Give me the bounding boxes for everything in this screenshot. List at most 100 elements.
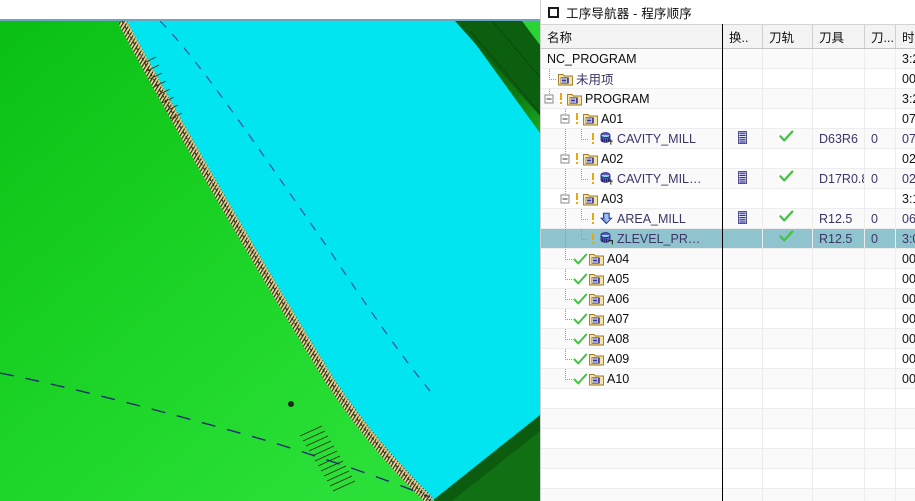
column-header-5[interactable]: 刀... — [865, 25, 896, 48]
column-header-1[interactable]: 名称 — [541, 25, 723, 48]
cell-toolpath-status — [763, 309, 813, 328]
cell-time: 3:2 — [902, 51, 915, 66]
tree-row[interactable]: A09 00: — [541, 349, 915, 369]
cell-tool: D63R6 — [813, 129, 865, 148]
tree-row[interactable]: AREA_MILL R12.50 06: — [541, 209, 915, 229]
tree-row-label: ZLEVEL_PR… — [617, 231, 701, 246]
cell-tool — [813, 149, 865, 168]
tree-row[interactable]: 未用项 00: — [541, 69, 915, 89]
cell-name[interactable]: A01 — [541, 109, 723, 128]
viewport-canvas[interactable] — [0, 21, 540, 501]
operation-tree-grid[interactable]: NC_PROGRAM3:2未用项00:PROGRAM3:2A0107:CAVIT… — [541, 49, 915, 501]
cell-name[interactable]: A08 — [541, 329, 723, 348]
cell-empty — [896, 469, 915, 488]
cell-name[interactable]: CAVITY_MIL… — [541, 169, 723, 188]
cell-tool — [813, 289, 865, 308]
cell-toolpath-status — [763, 129, 813, 148]
tree-row-empty[interactable] — [541, 449, 915, 469]
tree-rows-host: NC_PROGRAM3:2未用项00:PROGRAM3:2A0107:CAVIT… — [541, 49, 915, 501]
column-header-4[interactable]: 刀具 — [813, 25, 865, 48]
cell-tool-number — [865, 309, 896, 328]
cell-tool-number — [865, 349, 896, 368]
tree-row[interactable]: A03 3:1 — [541, 189, 915, 209]
tree-expander-minus-icon[interactable] — [560, 154, 570, 163]
cell-name[interactable]: A02 — [541, 149, 723, 168]
cell-empty — [865, 409, 896, 428]
tree-indent-guide — [557, 109, 573, 128]
tree-row[interactable]: A08 00: — [541, 329, 915, 349]
tree-row[interactable]: A04 00: — [541, 249, 915, 269]
cell-name[interactable]: A09 — [541, 349, 723, 368]
tree-indent-guide — [573, 209, 589, 228]
toolpath-check-icon — [779, 170, 796, 187]
cell-name[interactable]: AREA_MILL — [541, 209, 723, 228]
tree-expander-minus-icon[interactable] — [560, 194, 570, 203]
tree-indent-guide — [541, 69, 557, 88]
cell-name[interactable]: A06 — [541, 289, 723, 308]
tree-row[interactable]: A01 07: — [541, 109, 915, 129]
tree-row-empty[interactable] — [541, 429, 915, 449]
cell-name[interactable]: ZLEVEL_PR… — [541, 229, 723, 248]
cam-3d-viewport[interactable] — [0, 0, 540, 501]
cell-name[interactable]: CAVITY_MILL — [541, 129, 723, 148]
tree-row[interactable]: A06 00: — [541, 289, 915, 309]
tree-row[interactable]: CAVITY_MILL D63R60 07: — [541, 129, 915, 149]
tree-row-empty[interactable] — [541, 489, 915, 501]
tree-expander-minus-icon[interactable] — [560, 114, 570, 123]
cell-toolpath-status — [763, 169, 813, 188]
column-header-6[interactable]: 时l — [896, 25, 915, 48]
cell-name[interactable]: 未用项 — [541, 69, 723, 88]
cell-name[interactable]: PROGRAM — [541, 89, 723, 108]
cell-name[interactable]: A07 — [541, 309, 723, 328]
tree-expander-minus-icon[interactable] — [544, 94, 554, 103]
column-header-2[interactable]: 换.. — [723, 25, 763, 48]
cell-name[interactable]: NC_PROGRAM — [541, 49, 723, 68]
cell-tool — [813, 49, 865, 68]
program-group-icon — [588, 289, 605, 308]
tree-row-empty[interactable] — [541, 389, 915, 409]
cell-empty — [865, 449, 896, 468]
cell-name[interactable]: A05 — [541, 269, 723, 288]
tree-row-empty[interactable] — [541, 469, 915, 489]
tree-indent-guide — [557, 349, 573, 368]
column-header-row[interactable]: 名称换..刀轨刀具刀...时l — [541, 24, 915, 49]
cell-empty — [763, 409, 813, 428]
cell-tool — [813, 329, 865, 348]
cell-name[interactable]: A04 — [541, 249, 723, 268]
tree-row[interactable]: NC_PROGRAM 3:2 — [541, 49, 915, 69]
cell-time: 02: — [902, 171, 915, 186]
cell-toolpath-status — [763, 109, 813, 128]
cell-empty — [896, 489, 915, 501]
cell-change — [723, 69, 763, 88]
tree-row[interactable]: A02 02: — [541, 149, 915, 169]
tree-row[interactable]: CAVITY_MIL… D17R0.80 02: — [541, 169, 915, 189]
tree-row[interactable]: A07 00: — [541, 309, 915, 329]
cell-time: 00: — [902, 251, 915, 266]
cell-change — [723, 329, 763, 348]
cell-tool — [813, 249, 865, 268]
tree-row[interactable]: A05 00: — [541, 269, 915, 289]
cell-name[interactable]: A10 — [541, 369, 723, 388]
cell-toolpath-status — [763, 209, 813, 228]
toolpath-start-marker — [288, 401, 294, 407]
cell-tool-number — [865, 189, 896, 208]
tree-row[interactable]: A10 00: — [541, 369, 915, 389]
cell-empty — [865, 389, 896, 408]
cell-tool-number — [865, 289, 896, 308]
program-group-icon — [557, 69, 574, 88]
tree-row[interactable]: ZLEVEL_PR… R12.50 3:0 — [541, 229, 915, 249]
operation-navigator-panel[interactable]: 工序导航器 - 程序顺序 名称换..刀轨刀具刀...时l NC_PROGRAM 3… — [540, 0, 915, 501]
cell-time: 3:0 — [902, 231, 915, 246]
cell-tool — [813, 309, 865, 328]
cell-change — [723, 369, 763, 388]
tree-row-label: NC_PROGRAM — [547, 51, 637, 66]
tree-row-empty[interactable] — [541, 409, 915, 429]
regenerate-warning-icon — [589, 169, 598, 188]
pin-box-icon[interactable] — [548, 6, 559, 18]
area-mill-icon — [598, 209, 615, 228]
column-header-3[interactable]: 刀轨 — [763, 25, 813, 48]
machine-bar-icon — [738, 210, 747, 227]
cell-toolpath-status — [763, 229, 813, 248]
tree-row[interactable]: PROGRAM 3:2 — [541, 89, 915, 109]
cell-name[interactable]: A03 — [541, 189, 723, 208]
